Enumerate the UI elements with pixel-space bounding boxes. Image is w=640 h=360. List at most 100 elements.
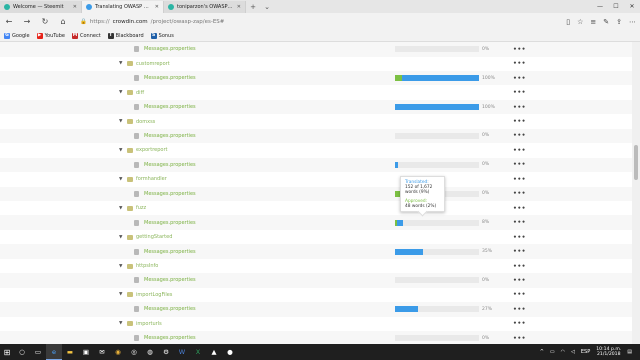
page-scrollbar[interactable]: [632, 42, 640, 344]
tab-steemit[interactable]: Welcome — Steemit ✕: [0, 1, 82, 13]
steam-icon[interactable]: ◍: [142, 344, 158, 360]
row-menu-icon[interactable]: •••: [513, 219, 526, 226]
file-name[interactable]: Messages.properties: [144, 46, 196, 52]
folder-name[interactable]: importLogFiles: [136, 292, 172, 298]
file-row[interactable]: Messages.properties 0% •••: [0, 273, 632, 288]
progress-bar[interactable]: [395, 104, 479, 111]
progress-bar[interactable]: [395, 161, 479, 168]
file-name[interactable]: Messages.properties: [144, 277, 196, 283]
tab-crowdin[interactable]: Translating OWASP ZAP ✕: [82, 1, 164, 13]
folder-name[interactable]: diff: [136, 90, 144, 96]
row-menu-icon[interactable]: •••: [513, 234, 526, 241]
settings-gear-icon[interactable]: ⚙: [158, 344, 174, 360]
edge-browser-icon[interactable]: e: [46, 344, 62, 360]
file-row[interactable]: Messages.properties 8% •••: [0, 215, 632, 230]
folder-name[interactable]: importurls: [136, 321, 162, 327]
notes-pen-icon[interactable]: ✎: [603, 18, 609, 26]
expand-chevron-icon[interactable]: ▼: [119, 148, 122, 153]
bookmark-youtube[interactable]: ▶ YouTube: [36, 32, 65, 39]
mail-icon[interactable]: ✉: [94, 344, 110, 360]
progress-bar[interactable]: [395, 306, 479, 313]
tray-chevron-icon[interactable]: ^: [540, 349, 544, 355]
bookmark-blackboard[interactable]: T Blackboard: [107, 32, 144, 39]
progress-bar[interactable]: [395, 46, 479, 53]
tab-steemit-post[interactable]: toniparzon's OWASP ZAP Tr ✕: [164, 1, 246, 13]
task-view-icon[interactable]: ▭: [30, 344, 46, 360]
favorite-star-icon[interactable]: ☆: [577, 18, 583, 26]
file-row[interactable]: Messages.properties 0% •••: [0, 157, 632, 173]
favorites-hub-icon[interactable]: ≡: [590, 18, 596, 26]
expand-chevron-icon[interactable]: ▼: [119, 90, 122, 95]
row-menu-icon[interactable]: •••: [513, 205, 526, 212]
file-name[interactable]: Messages.properties: [144, 75, 196, 81]
file-row[interactable]: Messages.properties 27% •••: [0, 302, 632, 317]
back-arrow-icon[interactable]: ←: [4, 17, 14, 26]
folder-row[interactable]: ▼ httpsInfo •••: [0, 259, 632, 274]
network-icon[interactable]: ◠: [561, 349, 565, 355]
refresh-icon[interactable]: ↻: [40, 17, 50, 26]
search-icon[interactable]: ○: [14, 344, 30, 360]
excel-icon[interactable]: X: [190, 344, 206, 360]
chrome-icon[interactable]: ◉: [110, 344, 126, 360]
folder-name[interactable]: gettingStarted: [136, 234, 172, 240]
folder-row[interactable]: ▼ customreport •••: [0, 56, 632, 71]
volume-icon[interactable]: ◁: [571, 349, 575, 355]
row-menu-icon[interactable]: •••: [513, 118, 526, 125]
file-name[interactable]: Messages.properties: [144, 104, 196, 110]
expand-chevron-icon[interactable]: ▼: [119, 264, 122, 269]
file-name[interactable]: Messages.properties: [144, 133, 196, 139]
home-icon[interactable]: ⌂: [58, 17, 68, 26]
row-menu-icon[interactable]: •••: [513, 277, 526, 284]
folder-name[interactable]: httpsInfo: [136, 263, 158, 269]
expand-chevron-icon[interactable]: ▼: [119, 235, 122, 240]
progress-bar[interactable]: [395, 132, 479, 139]
row-menu-icon[interactable]: •••: [513, 60, 526, 67]
row-menu-icon[interactable]: •••: [513, 104, 526, 111]
file-row[interactable]: Messages.properties 100% •••: [0, 99, 632, 115]
file-name[interactable]: Messages.properties: [144, 220, 196, 226]
row-menu-icon[interactable]: •••: [513, 306, 526, 313]
progress-bar[interactable]: [395, 277, 479, 284]
folder-row[interactable]: ▼ importurls •••: [0, 317, 632, 332]
close-tab-icon[interactable]: ✕: [155, 4, 159, 10]
windows-start-icon[interactable]: ⊞: [0, 344, 14, 360]
expand-chevron-icon[interactable]: ▼: [119, 177, 122, 182]
folder-name[interactable]: fuzz: [136, 205, 146, 211]
row-menu-icon[interactable]: •••: [513, 75, 526, 82]
folder-row[interactable]: ▼ exportreport •••: [0, 143, 632, 158]
minimize-icon[interactable]: —: [592, 0, 608, 12]
folder-name[interactable]: formhandler: [136, 176, 167, 182]
row-menu-icon[interactable]: •••: [513, 89, 526, 96]
expand-chevron-icon[interactable]: ▼: [119, 292, 122, 297]
file-row[interactable]: Messages.properties 0% •••: [0, 331, 632, 344]
more-menu-icon[interactable]: ⋯: [629, 18, 636, 26]
file-name[interactable]: Messages.properties: [144, 306, 196, 312]
expand-chevron-icon[interactable]: ▼: [119, 119, 122, 124]
row-menu-icon[interactable]: •••: [513, 320, 526, 327]
folder-row[interactable]: ▼ formhandler •••: [0, 172, 632, 187]
address-bar[interactable]: 🔒 https://crowdin.com/project/owasp-zap/…: [76, 16, 558, 28]
row-menu-icon[interactable]: •••: [513, 190, 526, 197]
reading-view-icon[interactable]: ▯: [566, 18, 570, 26]
row-menu-icon[interactable]: •••: [513, 335, 526, 342]
file-row[interactable]: Messages.properties 0% •••: [0, 128, 632, 144]
progress-bar[interactable]: [395, 248, 479, 255]
scrollbar-thumb[interactable]: [634, 145, 638, 180]
close-tab-icon[interactable]: ✕: [73, 4, 77, 10]
folder-row[interactable]: ▼ gettingStarted •••: [0, 230, 632, 245]
expand-chevron-icon[interactable]: ▼: [119, 206, 122, 211]
folder-row[interactable]: ▼ domxss •••: [0, 114, 632, 129]
bookmark-google[interactable]: G Google: [4, 32, 30, 39]
expand-chevron-icon[interactable]: ▼: [119, 61, 122, 66]
row-menu-icon[interactable]: •••: [513, 161, 526, 168]
row-menu-icon[interactable]: •••: [513, 147, 526, 154]
progress-bar[interactable]: [395, 335, 479, 342]
folder-row[interactable]: ▼ fuzz •••: [0, 201, 632, 216]
progress-bar[interactable]: [395, 75, 479, 82]
row-menu-icon[interactable]: •••: [513, 132, 526, 139]
file-row[interactable]: Messages.properties 35% •••: [0, 244, 632, 259]
row-menu-icon[interactable]: •••: [513, 291, 526, 298]
notifications-icon[interactable]: ▤: [627, 349, 632, 355]
close-window-icon[interactable]: ✕: [624, 0, 640, 12]
store-icon[interactable]: ▣: [78, 344, 94, 360]
